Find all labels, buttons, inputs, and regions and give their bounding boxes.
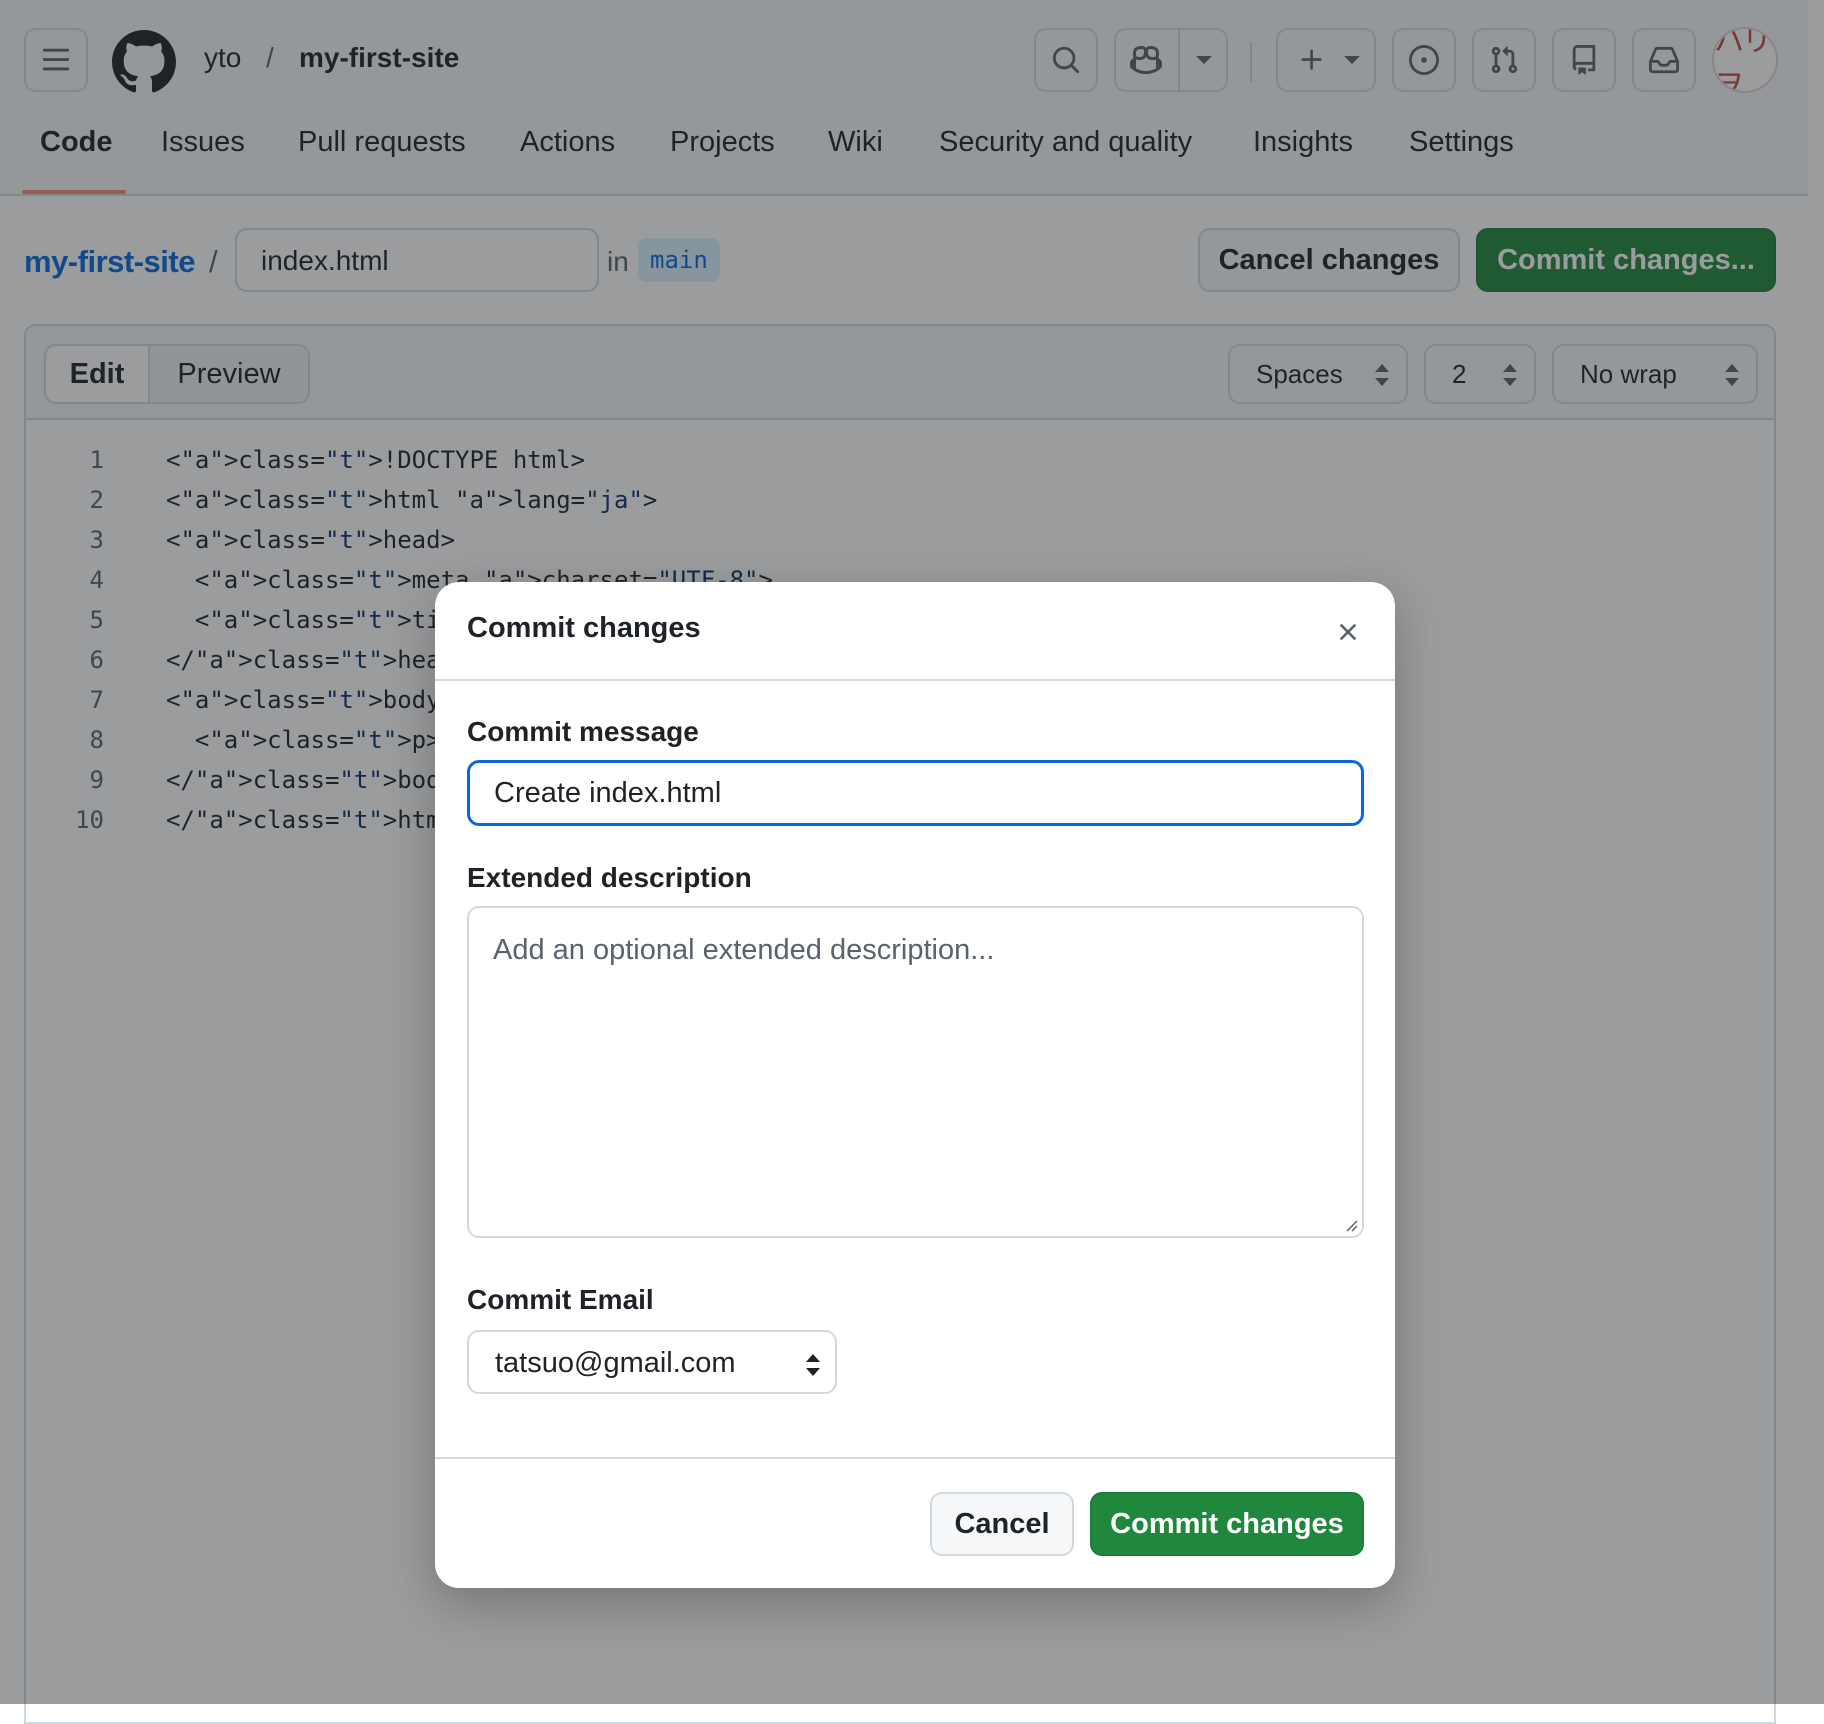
extended-description-textarea[interactable]: Add an optional extended description...: [467, 906, 1364, 1238]
commit-message-label: Commit message: [467, 716, 699, 747]
cancel-button[interactable]: Cancel: [930, 1492, 1074, 1556]
commit-email-value: tatsuo@gmail.com: [495, 1347, 736, 1379]
commit-message-input[interactable]: Create index.html: [467, 760, 1364, 826]
dialog-footer-divider: [435, 1457, 1395, 1459]
extended-description-label: Extended description: [467, 862, 752, 893]
commit-email-label: Commit Email: [467, 1284, 654, 1315]
resize-handle-icon[interactable]: [1342, 1216, 1358, 1232]
close-icon: [1340, 624, 1356, 640]
description-placeholder: Add an optional extended description...: [493, 934, 995, 966]
dialog-title: Commit changes: [467, 612, 701, 644]
commit-dialog: Commit changes Commit message Create ind…: [435, 582, 1395, 1588]
close-button[interactable]: [1328, 612, 1368, 652]
select-arrows-icon: [806, 1354, 820, 1376]
commit-button[interactable]: Commit changes: [1090, 1492, 1364, 1556]
dialog-header-divider: [435, 679, 1395, 681]
commit-email-select[interactable]: tatsuo@gmail.com: [467, 1330, 837, 1394]
